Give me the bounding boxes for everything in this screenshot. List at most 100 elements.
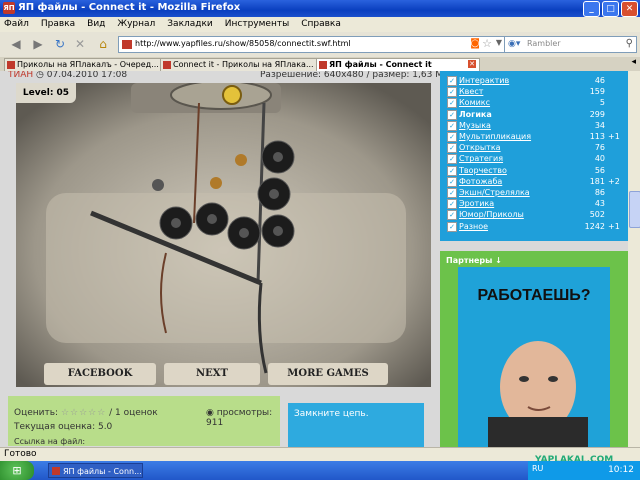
home-icon[interactable]: ⌂ [94,36,112,52]
category-item[interactable]: ✓ Комикс 5 [447,97,622,109]
category-name[interactable]: Стратегия [459,153,503,164]
views-counter: ◉ просмотры: 911 [206,408,280,428]
partners-title: Партнеры ↓ [446,256,502,265]
flash-game[interactable]: Level: 05 FACEBOOK NEXT MORE GAMES [16,83,431,387]
category-count: 181 [589,176,605,186]
tab-2[interactable]: Connect it - Приколы на ЯПлака... [160,58,324,72]
category-name[interactable]: Музыка [459,120,491,131]
dropdown-arrow-icon[interactable]: ▼ [496,38,502,47]
category-item[interactable]: ✓ Интерактив 46 [447,75,622,86]
search-placeholder: Rambler [527,39,561,48]
category-item[interactable]: ✓ Логика 299 [447,109,622,120]
category-name[interactable]: Интерактив [459,75,509,86]
tab-1[interactable]: Приколы на ЯПлакалъ - Очеред... [4,58,168,72]
menu-tools[interactable]: Инструменты [225,17,289,32]
tab-label: Приколы на ЯПлакалъ - Очеред... [17,60,159,69]
category-item[interactable]: ✓ Юмор/Приколы 502 [447,209,622,221]
category-count: 46 [594,76,605,85]
address-bar[interactable]: http://www.yapfiles.ru/show/85058/connec… [118,36,505,53]
rss-icon[interactable]: ◙ [470,38,480,49]
tab-3-active[interactable]: ЯП файлы - Connect it ✕ [316,58,480,72]
category-item[interactable]: ✓ Мультипликация 113 +1 [447,131,622,142]
author-name[interactable]: ТИАН [8,71,33,80]
category-checkbox[interactable]: ✓ [447,98,457,109]
menu-edit[interactable]: Правка [41,17,75,32]
author-line: ТИАН ◷ 07.04.2010 17:08 [8,71,127,80]
category-name[interactable]: Фотожаба [459,176,502,187]
category-count: 113 [589,132,605,141]
category-checkbox[interactable]: ✓ [447,154,457,165]
bookmark-star-icon[interactable]: ☆ [482,37,492,50]
search-box[interactable]: ◉▾ Rambler ⚲ [504,36,637,53]
category-item[interactable]: ✓ Творчество 56 [447,165,622,176]
category-name[interactable]: Юмор/Приколы [459,209,524,220]
category-item[interactable]: ✓ Экшн/Стрелялка 86 [447,187,622,198]
taskbar-item-firefox[interactable]: ЯП файлы - Conn... [48,463,143,478]
category-name[interactable]: Эротика [459,198,494,209]
tab-close-icon[interactable]: ✕ [468,60,476,68]
back-button[interactable]: ◀ [4,36,28,52]
menu-file[interactable]: Файл [4,17,29,32]
start-button[interactable]: ⊞ [0,461,34,480]
category-name[interactable]: Открытка [459,142,501,153]
category-item[interactable]: ✓ Стратегия 40 [447,153,622,165]
category-checkbox[interactable]: ✓ [447,188,457,198]
stop-icon[interactable]: ✕ [72,36,88,52]
category-checkbox[interactable]: ✓ [447,199,457,210]
category-checkbox[interactable]: ✓ [447,176,457,187]
partners-panel: Партнеры ↓ РАБОТАЕШЬ? [440,251,628,447]
search-icon[interactable]: ⚲ [626,38,633,49]
category-name[interactable]: Квест [459,86,483,97]
facebook-button[interactable]: FACEBOOK [44,363,156,385]
category-item[interactable]: ✓ Разное 1242 +1 [447,221,622,232]
category-checkbox[interactable]: ✓ [447,109,457,120]
category-checkbox[interactable]: ✓ [447,120,457,131]
category-name[interactable]: Экшн/Стрелялка [459,187,530,198]
category-item[interactable]: ✓ Фотожаба 181 +2 [447,176,622,187]
category-checkbox[interactable]: ✓ [447,87,457,98]
category-count: 502 [589,210,605,220]
clock: 10:12 [608,465,634,475]
menu-help[interactable]: Справка [301,17,341,32]
menu-view[interactable]: Вид [87,17,105,32]
forward-button[interactable]: ▶ [28,36,48,52]
category-name[interactable]: Разное [459,221,488,232]
category-checkbox[interactable]: ✓ [447,143,457,154]
rating-count: / 1 оценок [109,408,158,418]
close-button[interactable]: ✕ [621,1,638,17]
taskbar-app-icon [52,467,60,475]
category-item[interactable]: ✓ Музыка 34 [447,120,622,131]
rating-stars[interactable]: ☆☆☆☆☆ [61,408,106,418]
next-button[interactable]: NEXT [164,363,260,385]
minimize-button[interactable]: _ [583,1,600,17]
category-name[interactable]: Логика [459,109,492,120]
window-title: ЯП файлы - Connect it - Mozilla Firefox [18,2,241,13]
window-title-bar[interactable]: ЯП ЯП файлы - Connect it - Mozilla Firef… [0,0,640,17]
category-name[interactable]: Мультипликация [459,131,531,142]
search-engine-icon[interactable]: ◉▾ [508,39,520,49]
current-score: Текущая оценка: 5.0 [14,422,113,432]
menu-bookmarks[interactable]: Закладки [167,17,213,32]
category-item[interactable]: ✓ Открытка 76 [447,142,622,154]
category-checkbox[interactable]: ✓ [447,210,457,221]
category-checkbox[interactable]: ✓ [447,165,457,176]
category-item[interactable]: ✓ Эротика 43 [447,198,622,210]
category-item[interactable]: ✓ Квест 159 [447,86,622,98]
category-new-count: +1 [608,221,620,231]
menu-history[interactable]: Журнал [117,17,155,32]
advertisement[interactable]: РАБОТАЕШЬ? [458,267,610,447]
tab-list-icon[interactable]: ◂ [631,57,636,67]
category-name[interactable]: Творчество [459,165,507,176]
scrollbar-thumb[interactable] [629,191,640,228]
category-checkbox[interactable]: ✓ [447,76,457,86]
reload-icon[interactable]: ↻ [52,36,68,52]
status-text: Готово [4,449,37,459]
post-date: 07.04.2010 17:08 [46,71,128,80]
more-games-button[interactable]: MORE GAMES [268,363,388,385]
category-checkbox[interactable]: ✓ [447,132,457,142]
language-indicator[interactable]: RU [532,464,543,473]
category-name[interactable]: Комикс [459,97,490,108]
maximize-button[interactable]: □ [602,1,619,17]
category-checkbox[interactable]: ✓ [447,221,457,232]
vertical-scrollbar[interactable] [628,71,640,447]
